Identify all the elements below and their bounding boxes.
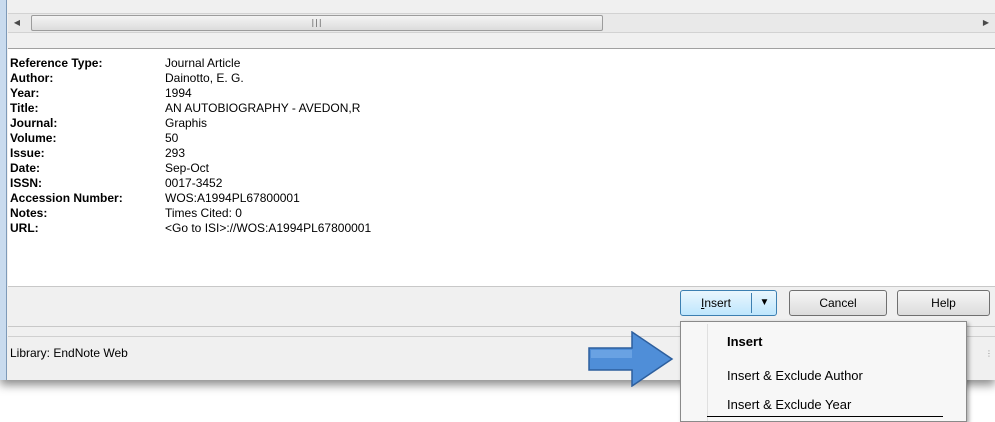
field-label: Accession Number:: [10, 191, 123, 205]
field-value: Graphis: [165, 116, 208, 130]
menu-item-insert-exclude-year[interactable]: Insert & Exclude Year: [727, 395, 851, 415]
field-label: Date:: [10, 161, 41, 175]
field-label: Journal:: [10, 116, 58, 130]
menu-item-insert-exclude-author[interactable]: Insert & Exclude Author: [727, 366, 863, 386]
field-label: Title:: [10, 101, 39, 115]
field-label: Issue:: [10, 146, 45, 160]
field-value: Times Cited: 0: [165, 206, 242, 220]
scroll-thumb-grip-icon: |||: [311, 18, 323, 27]
field-value: Sep-Oct: [165, 161, 210, 175]
cancel-button[interactable]: Cancel: [789, 290, 887, 316]
field-value: 1994: [165, 86, 192, 100]
field-value: <Go to ISI>://WOS:A1994PL67800001: [165, 221, 372, 235]
field-value: 293: [165, 146, 186, 160]
pointer-arrow-icon: [588, 331, 674, 387]
horizontal-scrollbar[interactable]: ◀ ||| ▶: [8, 13, 995, 33]
field-label: Reference Type:: [10, 56, 103, 70]
field-label: Notes:: [10, 206, 48, 220]
field-label: URL:: [10, 221, 39, 235]
dropdown-arrow-icon[interactable]: ▼: [752, 291, 777, 315]
menu-gutter: [707, 324, 708, 421]
insert-split-button[interactable]: Insert ▼: [680, 290, 777, 316]
field-value: Dainotto, E. G.: [165, 71, 244, 85]
field-value: AN AUTOBIOGRAPHY - AVEDON,R: [165, 101, 361, 115]
field-value: 50: [165, 131, 179, 145]
field-label: Author:: [10, 71, 54, 85]
field-label: ISSN:: [10, 176, 43, 190]
field-label: Year:: [10, 86, 40, 100]
field-label: Volume:: [10, 131, 57, 145]
scroll-thumb[interactable]: |||: [31, 15, 603, 31]
insert-button[interactable]: Insert: [681, 291, 751, 315]
reference-preview-panel: Reference Type: Journal Article Author: …: [8, 48, 995, 287]
scroll-left-arrow-icon[interactable]: ◀: [8, 14, 26, 32]
menu-highlight-line: [707, 416, 943, 417]
insert-label-rest: nsert: [704, 296, 732, 310]
insert-dropdown-menu: Insert Insert & Exclude Author Insert & …: [680, 321, 967, 422]
help-button[interactable]: Help: [897, 290, 990, 316]
resize-grip-icon[interactable]: ⋮: [985, 349, 993, 358]
field-value: Journal Article: [165, 56, 241, 70]
library-status: Library: EndNote Web: [10, 346, 128, 360]
scroll-right-arrow-icon[interactable]: ▶: [977, 14, 995, 32]
window-frame-left: [0, 0, 7, 380]
field-value: WOS:A1994PL67800001: [165, 191, 300, 205]
menu-item-insert[interactable]: Insert: [727, 332, 762, 352]
field-value: 0017-3452: [165, 176, 223, 190]
